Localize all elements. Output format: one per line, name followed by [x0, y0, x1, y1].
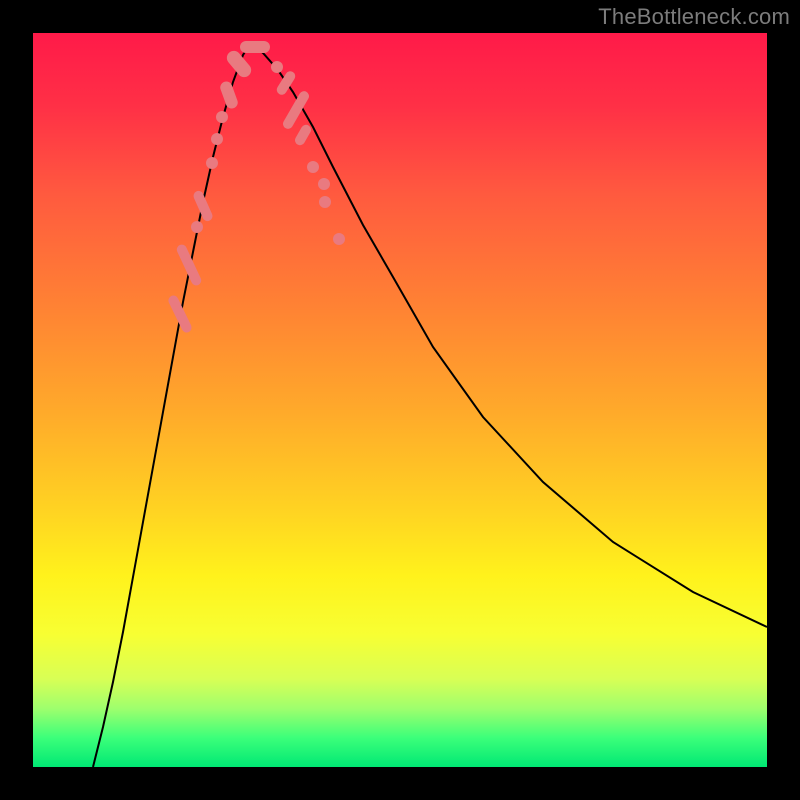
data-markers	[167, 41, 345, 334]
data-point	[271, 61, 283, 73]
data-point	[206, 157, 218, 169]
data-point-cluster	[293, 123, 313, 147]
data-point-cluster	[167, 294, 194, 334]
data-point-cluster	[240, 41, 270, 53]
watermark-text: TheBottleneck.com	[598, 4, 790, 30]
data-point-cluster	[192, 189, 214, 222]
data-point	[191, 221, 203, 233]
data-point	[307, 161, 319, 173]
data-point	[318, 178, 330, 190]
data-point	[319, 196, 331, 208]
data-point	[211, 133, 223, 145]
bottleneck-curve	[93, 44, 767, 767]
chart-svg	[33, 33, 767, 767]
data-point	[333, 233, 345, 245]
data-point-cluster	[219, 80, 240, 110]
chart-frame: TheBottleneck.com	[0, 0, 800, 800]
plot-area	[33, 33, 767, 767]
data-point	[216, 111, 228, 123]
data-point-cluster	[175, 243, 203, 287]
